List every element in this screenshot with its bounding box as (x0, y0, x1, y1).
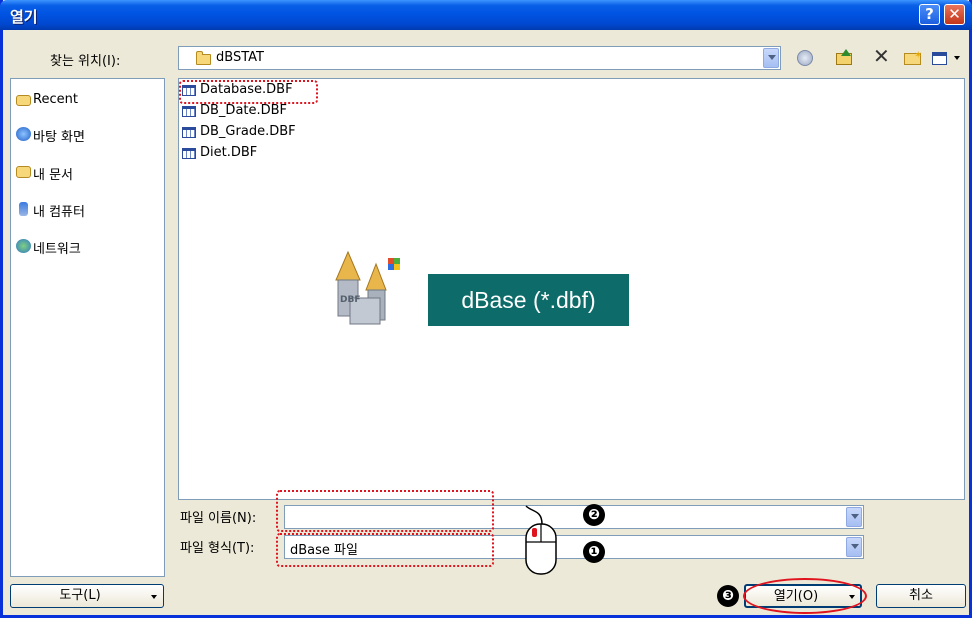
place-label: Recent (33, 92, 78, 107)
highlight-open-button (743, 578, 867, 614)
chevron-down-icon[interactable] (846, 537, 862, 557)
lookin-label: 찾는 위치(I): (50, 54, 121, 69)
folder-icon (196, 51, 211, 65)
cancel-button[interactable]: 취소 (876, 584, 966, 608)
place-my-documents[interactable]: 내 문서 (11, 161, 161, 185)
mouse-icon (525, 505, 557, 575)
place-my-computer[interactable]: 내 컴퓨터 (11, 198, 161, 222)
place-recent[interactable]: Recent (11, 89, 161, 113)
svg-text:DBF: DBF (340, 295, 360, 305)
step-1-marker: ❶ (583, 541, 605, 563)
delete-icon[interactable]: ✕ (873, 46, 890, 66)
highlight-database-file (179, 80, 318, 104)
filetype-label: 파일 형식(T): (180, 541, 255, 556)
tools-label: 도구(L) (59, 588, 101, 603)
places-bar: Recent 바탕 화면 내 문서 내 컴퓨터 네트워크 (10, 78, 165, 577)
tools-button[interactable]: 도구(L) (10, 584, 164, 608)
highlight-filetype (276, 533, 494, 567)
dbf-file-icon (182, 127, 196, 138)
format-caption: dBase (*.dbf) (428, 274, 629, 326)
place-label: 내 컴퓨터 (33, 205, 85, 220)
new-folder-icon[interactable]: ✶ (904, 50, 922, 65)
dbf-file-icon (182, 106, 196, 117)
lookin-dropdown[interactable]: dBSTAT (178, 46, 781, 70)
file-name: DB_Date.DBF (200, 103, 288, 118)
filename-label: 파일 이름(N): (180, 511, 257, 526)
step-2-marker: ❷ (583, 504, 605, 526)
my-computer-icon (19, 202, 28, 216)
file-name: DB_Grade.DBF (200, 124, 296, 139)
recent-folder-icon (16, 95, 31, 106)
place-label: 내 문서 (33, 168, 74, 183)
place-label: 바탕 화면 (33, 130, 85, 145)
place-label: 네트워크 (33, 242, 81, 257)
chevron-down-icon[interactable] (954, 56, 960, 60)
dbf-file-icon (182, 148, 196, 159)
up-folder-icon[interactable] (836, 49, 852, 65)
place-desktop[interactable]: 바탕 화면 (11, 123, 161, 147)
window-title: 열기 (10, 8, 38, 26)
step-3-marker: ❸ (717, 585, 739, 607)
file-name: Diet.DBF (200, 145, 258, 160)
help-button[interactable]: ? (919, 4, 940, 25)
chevron-down-icon[interactable] (763, 48, 779, 68)
desktop-icon (16, 127, 31, 141)
title-bar[interactable]: 열기 ? ✕ (0, 0, 972, 30)
dbase-castle-icon: DBF (335, 250, 400, 325)
views-icon[interactable] (932, 52, 947, 65)
highlight-filename (276, 490, 494, 532)
network-icon (16, 239, 31, 253)
chevron-down-icon (151, 595, 157, 599)
place-network[interactable]: 네트워크 (11, 235, 161, 259)
lookin-value: dBSTAT (216, 50, 264, 65)
back-icon[interactable] (797, 50, 813, 66)
chevron-down-icon[interactable] (846, 507, 862, 527)
close-button[interactable]: ✕ (944, 4, 965, 25)
my-documents-icon (16, 166, 31, 178)
